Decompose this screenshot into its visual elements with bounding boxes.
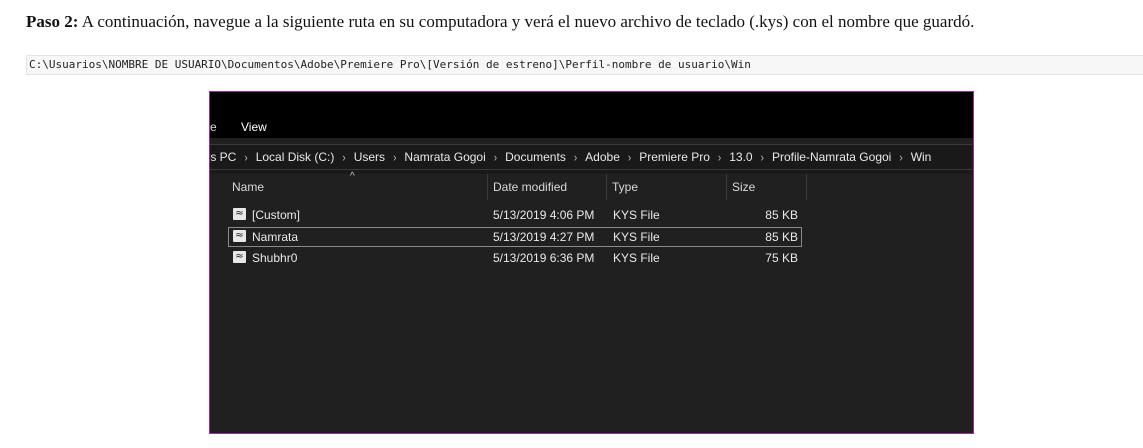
column-header-date[interactable]: Date modified <box>487 174 607 200</box>
breadcrumb: his PC › Local Disk (C:) › Users › Namrata Gog… <box>210 150 932 165</box>
file-date: 5/13/2019 4:06 PM <box>493 208 595 222</box>
breadcrumb-separator-icon[interactable]: › <box>628 152 631 165</box>
breadcrumb-item[interactable]: Win <box>911 150 932 164</box>
breadcrumb-item[interactable]: Adobe <box>585 150 620 164</box>
column-header-type-label: Type <box>612 180 639 194</box>
breadcrumb-separator-icon[interactable]: › <box>342 152 345 165</box>
step-text: A continuación, navegue a la siguiente r… <box>78 12 975 31</box>
breadcrumb-separator-icon[interactable]: › <box>899 152 902 165</box>
ribbon-tab-truncated[interactable]: e <box>210 120 217 134</box>
breadcrumb-separator-icon[interactable]: › <box>718 152 721 165</box>
breadcrumb-separator-icon[interactable]: › <box>393 152 396 165</box>
breadcrumb-item[interactable]: Local Disk (C:) <box>256 150 335 164</box>
instruction-paragraph: Paso 2: A continuación, navegue a la sig… <box>26 12 974 32</box>
ribbon: e View <box>210 92 973 138</box>
breadcrumb-item[interactable]: Profile-Namrata Gogoi <box>772 150 891 164</box>
file-type: KYS File <box>613 208 660 222</box>
file-row[interactable]: ≈ Shubhr0 5/13/2019 6:36 PM KYS File 75 … <box>228 248 802 268</box>
file-type: KYS File <box>613 230 660 244</box>
kys-file-icon: ≈ <box>233 230 246 242</box>
kys-file-icon: ≈ <box>233 251 246 263</box>
kys-file-icon: ≈ <box>233 208 246 220</box>
file-size: 85 KB <box>765 208 798 222</box>
file-row[interactable]: ≈ [Custom] 5/13/2019 4:06 PM KYS File 85… <box>228 205 802 225</box>
file-name: Namrata <box>252 230 299 244</box>
file-type: KYS File <box>613 251 660 265</box>
sort-ascending-icon: ^ <box>350 171 355 182</box>
breadcrumb-separator-icon[interactable]: › <box>761 152 764 165</box>
file-name: [Custom] <box>252 208 301 222</box>
path-code-text: C:\Usuarios\NOMBRE DE USUARIO\Documentos… <box>29 58 751 71</box>
file-name: Shubhr0 <box>252 251 298 265</box>
file-size: 85 KB <box>765 230 798 244</box>
column-header-name-label: Name <box>232 180 265 194</box>
column-header-size-label: Size <box>732 180 756 194</box>
column-header-date-label: Date modified <box>493 180 568 194</box>
breadcrumb-item[interactable]: his PC <box>210 150 236 164</box>
step-label: Paso 2: <box>26 12 79 31</box>
column-header-name[interactable]: Name <box>226 174 488 200</box>
breadcrumb-item[interactable]: Namrata Gogoi <box>404 150 485 164</box>
breadcrumb-item[interactable]: Users <box>354 150 385 164</box>
ribbon-tab-view[interactable]: View <box>241 120 267 134</box>
column-header-size[interactable]: Size <box>726 174 807 200</box>
file-date: 5/13/2019 4:27 PM <box>493 230 595 244</box>
breadcrumb-separator-icon[interactable]: › <box>244 152 247 165</box>
path-code-block: C:\Usuarios\NOMBRE DE USUARIO\Documentos… <box>26 55 1143 75</box>
breadcrumb-separator-icon[interactable]: › <box>574 152 577 165</box>
explorer-screenshot: e View his PC › Local Disk (C:) › Users › Namr… <box>209 91 974 434</box>
breadcrumb-item[interactable]: 13.0 <box>729 150 752 164</box>
address-bar[interactable]: his PC › Local Disk (C:) › Users › Namrata Gog… <box>210 144 972 170</box>
column-header-type[interactable]: Type <box>606 174 727 200</box>
breadcrumb-item[interactable]: Premiere Pro <box>639 150 710 164</box>
file-size: 75 KB <box>765 251 798 265</box>
breadcrumb-item[interactable]: Documents <box>505 150 566 164</box>
file-date: 5/13/2019 6:36 PM <box>493 251 595 265</box>
breadcrumb-separator-icon[interactable]: › <box>494 152 497 165</box>
file-row-selected[interactable]: ≈ Namrata 5/13/2019 4:27 PM KYS File 85 … <box>228 227 802 247</box>
